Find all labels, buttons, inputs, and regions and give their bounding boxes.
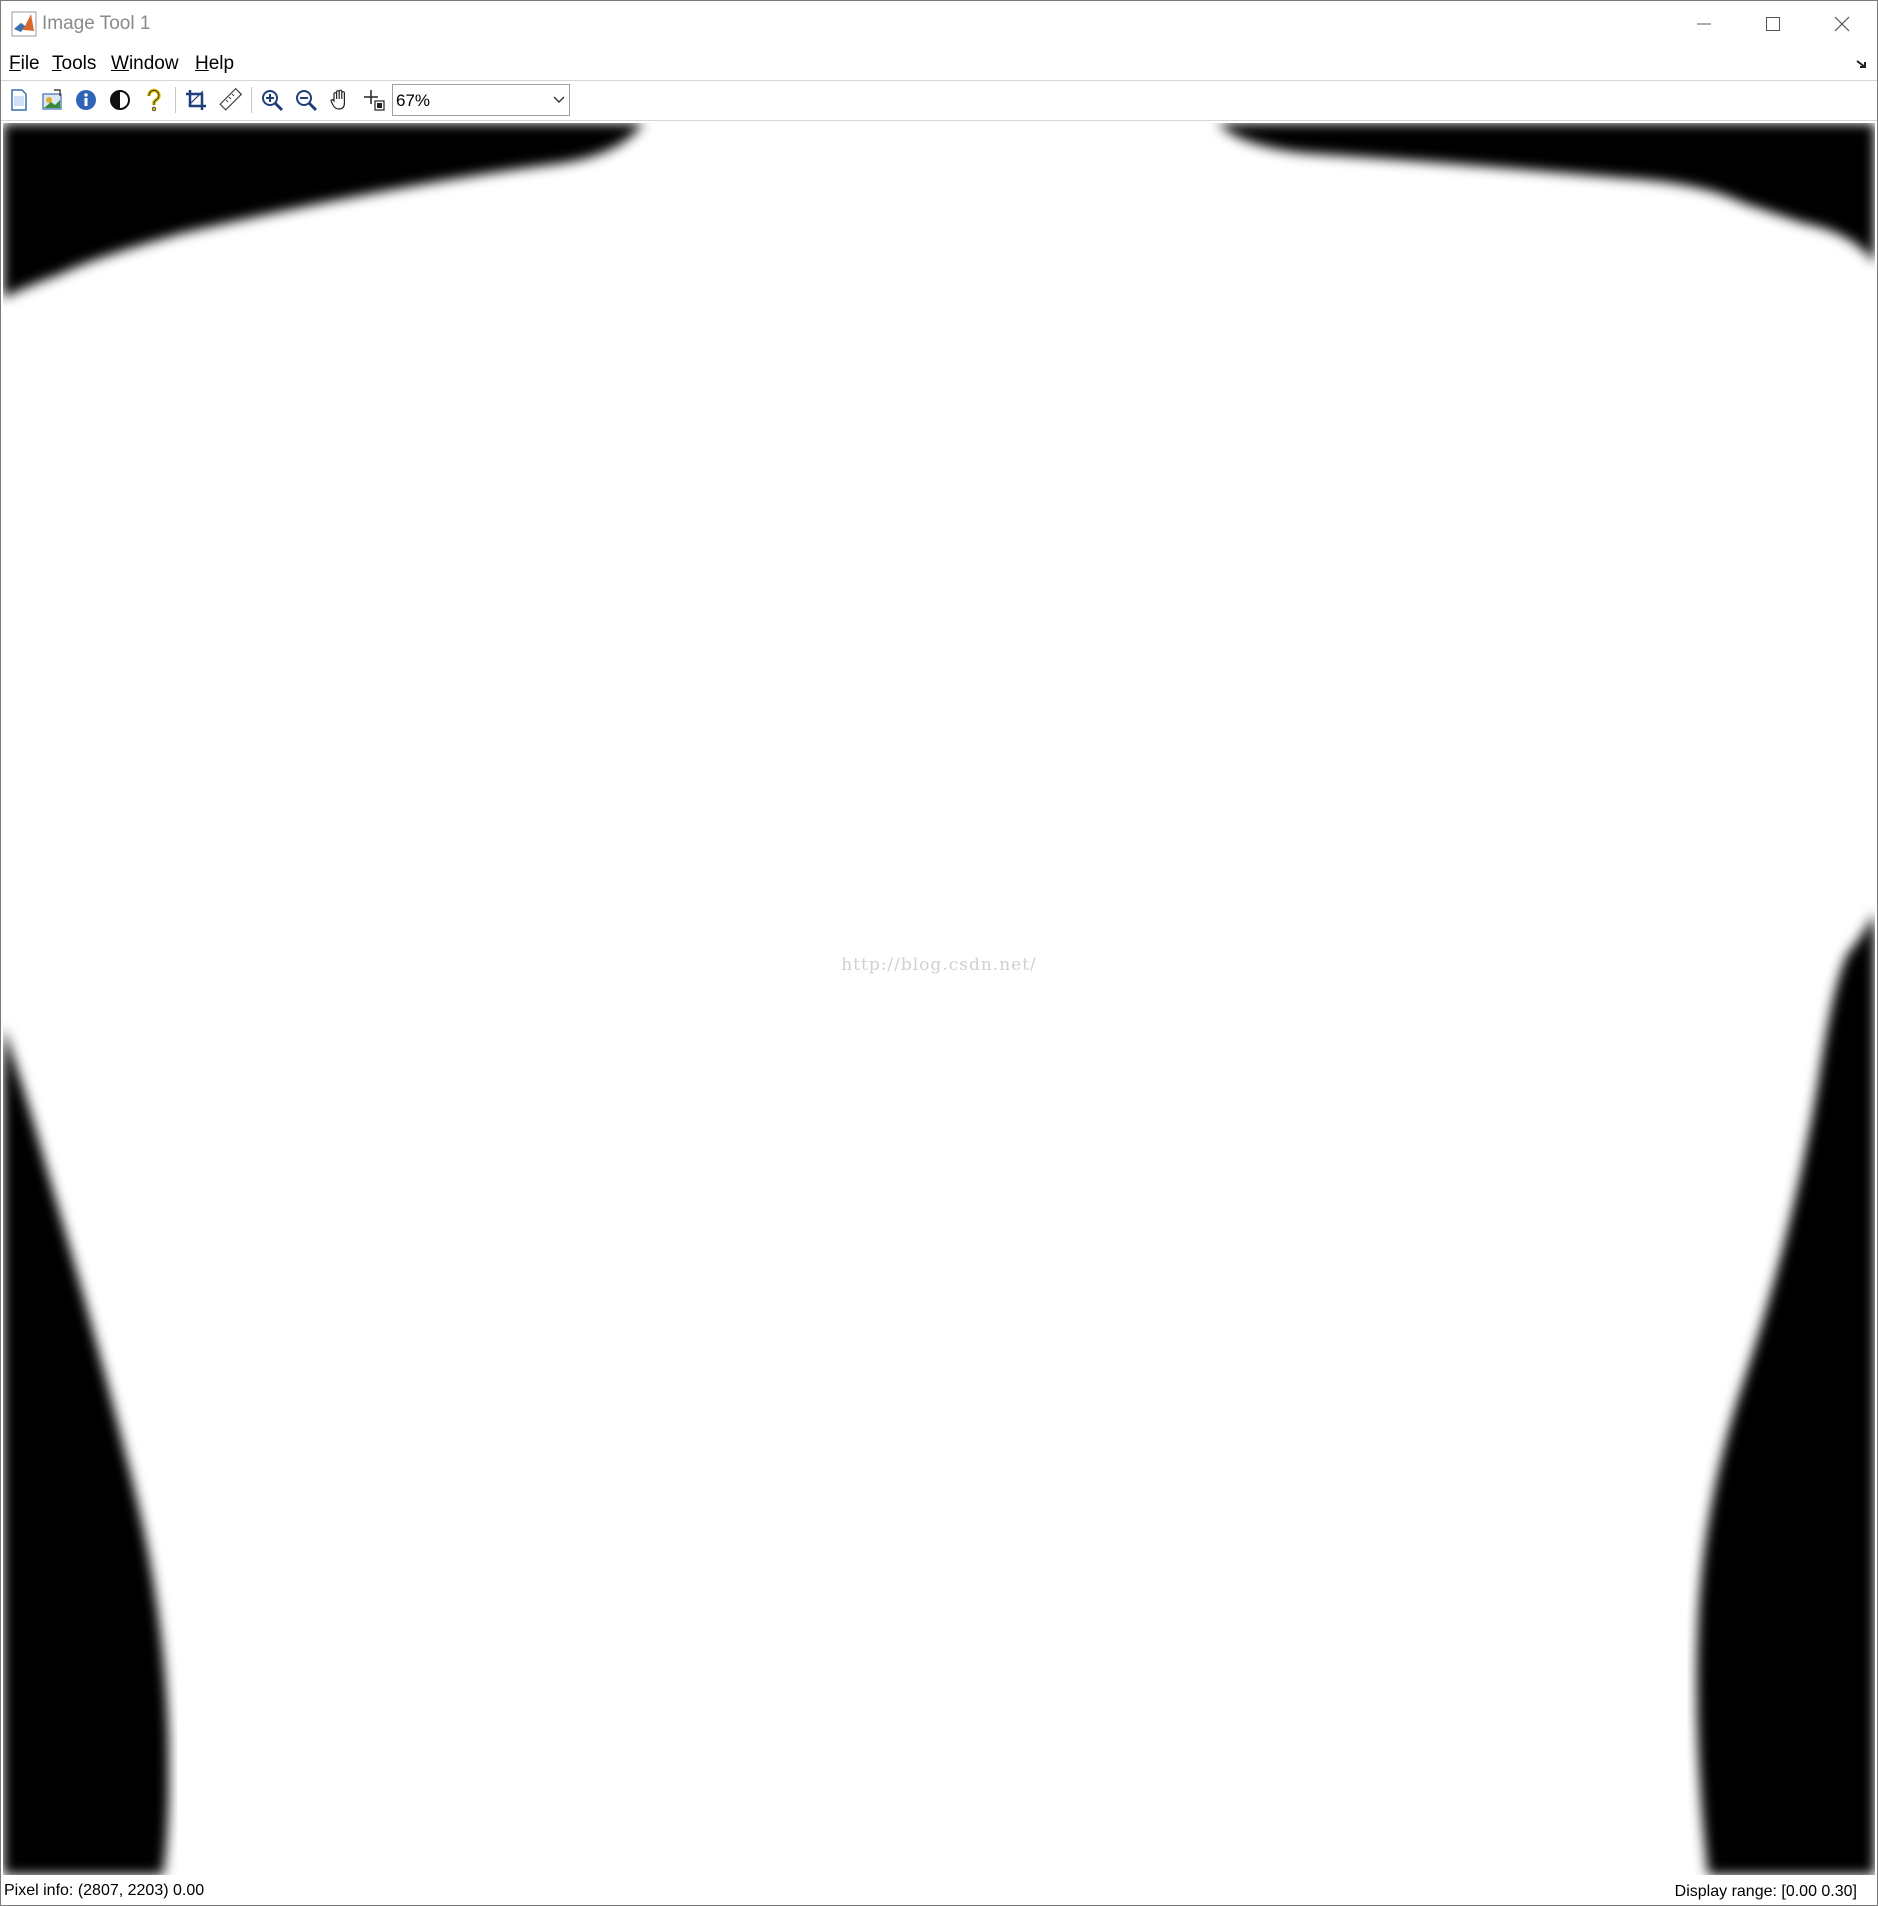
- image-info-button[interactable]: [72, 86, 100, 114]
- minimize-icon: [1697, 23, 1711, 25]
- image-display[interactable]: http://blog.csdn.net/: [3, 123, 1875, 1875]
- crop-button[interactable]: [182, 86, 210, 114]
- toolbar-separator: [251, 87, 252, 113]
- pixel-region-button[interactable]: [360, 86, 388, 114]
- help-button[interactable]: [140, 86, 168, 114]
- status-bar: Pixel info: (2807, 2203) 0.00 Display ra…: [1, 1877, 1877, 1905]
- pan-hand-icon: [330, 89, 345, 110]
- zoom-out-icon: [296, 90, 318, 112]
- pan-button[interactable]: [326, 86, 354, 114]
- dark-region-right: [1696, 913, 1875, 1875]
- display-range: Display range: [0.00 0.30]: [1674, 1883, 1857, 1900]
- distance-tool-icon: [219, 88, 242, 111]
- menu-tools[interactable]: Tools: [52, 53, 96, 75]
- contrast-icon: [110, 90, 130, 110]
- zoom-in-icon: [262, 90, 284, 112]
- chevron-down-icon: [553, 96, 565, 103]
- pixel-region-icon: [364, 90, 385, 111]
- new-figure-button[interactable]: [5, 86, 33, 114]
- undock-icon[interactable]: [1855, 57, 1869, 71]
- dark-region-left: [3, 1028, 169, 1875]
- zoom-out-button[interactable]: [292, 86, 320, 114]
- title-bar: Image Tool 1: [1, 1, 1877, 47]
- menu-window[interactable]: Window: [111, 53, 179, 75]
- close-button[interactable]: [1807, 1, 1877, 47]
- zoom-select[interactable]: 67%: [392, 84, 570, 116]
- zoom-value: 67%: [396, 91, 431, 110]
- adjust-contrast-button[interactable]: [106, 86, 134, 114]
- menu-file[interactable]: File: [9, 53, 40, 75]
- toolbar-separator: [175, 87, 176, 113]
- image-content: [3, 123, 1875, 1875]
- toolbar: 67%: [1, 80, 1877, 121]
- maximize-button[interactable]: [1738, 1, 1808, 47]
- zoom-in-button[interactable]: [258, 86, 286, 114]
- export-image-button[interactable]: [38, 86, 66, 114]
- window-title: Image Tool 1: [42, 13, 151, 34]
- watermark: http://blog.csdn.net/: [841, 955, 1037, 975]
- close-icon: [1834, 16, 1850, 32]
- minimize-button[interactable]: [1669, 1, 1739, 47]
- image-tool-window: Image Tool 1 File Tools Window Help 67% …: [0, 0, 1878, 1906]
- help-icon: [147, 88, 161, 112]
- measure-distance-button[interactable]: [216, 86, 244, 114]
- crop-icon: [186, 90, 206, 110]
- pixel-info: Pixel info: (2807, 2203) 0.00: [4, 1882, 205, 1899]
- dark-region-top-right: [1218, 123, 1875, 263]
- maximize-icon: [1766, 17, 1780, 31]
- image-info-icon: [76, 90, 96, 110]
- dark-region-top-left: [3, 123, 643, 298]
- menu-help[interactable]: Help: [195, 53, 234, 75]
- export-image-icon: [42, 89, 62, 110]
- new-figure-icon: [11, 89, 27, 111]
- menu-bar: File Tools Window Help: [1, 47, 1877, 79]
- matlab-icon: [11, 11, 37, 37]
